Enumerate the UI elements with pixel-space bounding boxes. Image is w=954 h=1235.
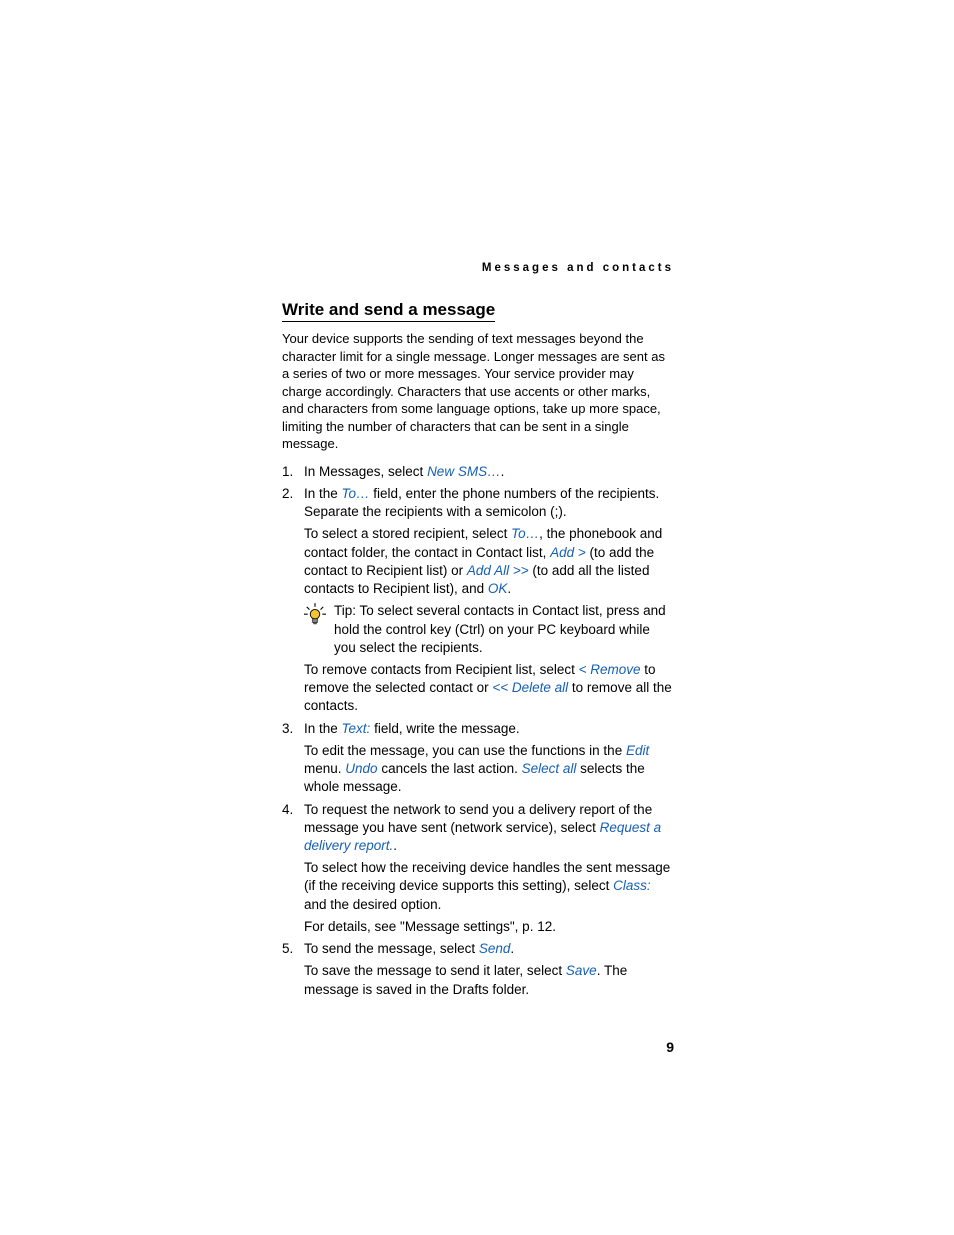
undo-link[interactable]: Undo xyxy=(345,761,377,776)
tip-row: Tip: To select several contacts in Conta… xyxy=(304,602,674,657)
running-header: Messages and contacts xyxy=(282,262,674,274)
select-all-link[interactable]: Select all xyxy=(522,761,577,776)
to-link[interactable]: To… xyxy=(342,486,370,501)
section-title: Write and send a message xyxy=(282,300,495,322)
step4-p1: To request the network to send you a del… xyxy=(304,801,674,856)
text-field-link[interactable]: Text: xyxy=(342,721,371,736)
to-link-2[interactable]: To… xyxy=(511,526,539,541)
step2-p1: In the To… field, enter the phone number… xyxy=(304,485,674,521)
new-sms-link[interactable]: New SMS… xyxy=(427,464,501,479)
step5-p2: To save the message to send it later, se… xyxy=(304,962,674,998)
lightbulb-icon xyxy=(304,603,326,629)
send-link[interactable]: Send xyxy=(479,941,511,956)
step-1: In Messages, select New SMS…. xyxy=(282,463,674,481)
remove-link[interactable]: < Remove xyxy=(579,662,641,677)
step4-p2: To select how the receiving device handl… xyxy=(304,859,674,914)
class-link[interactable]: Class: xyxy=(613,878,651,893)
delete-all-link[interactable]: << Delete all xyxy=(492,680,568,695)
steps-list: In Messages, select New SMS…. In the To…… xyxy=(282,463,674,999)
edit-menu-link[interactable]: Edit xyxy=(626,743,649,758)
save-link[interactable]: Save xyxy=(566,963,597,978)
add-all-link[interactable]: Add All >> xyxy=(467,563,529,578)
tip-text: Tip: To select several contacts in Conta… xyxy=(334,602,674,657)
step2-p2: To select a stored recipient, select To…… xyxy=(304,525,674,598)
step1-text-post: . xyxy=(501,464,505,479)
step-4: To request the network to send you a del… xyxy=(282,801,674,937)
step4-p3: For details, see "Message settings", p. … xyxy=(304,918,674,936)
step-3: In the Text: field, write the message. T… xyxy=(282,720,674,797)
ok-link[interactable]: OK xyxy=(488,581,508,596)
step3-p2: To edit the message, you can use the fun… xyxy=(304,742,674,797)
page: Messages and contacts Write and send a m… xyxy=(0,0,954,1235)
step3-p1: In the Text: field, write the message. xyxy=(304,720,674,738)
step5-p1: To send the message, select Send. xyxy=(304,940,674,958)
step2-p3: To remove contacts from Recipient list, … xyxy=(304,661,674,716)
intro-paragraph: Your device supports the sending of text… xyxy=(282,330,674,453)
add-link[interactable]: Add > xyxy=(550,545,586,560)
page-number: 9 xyxy=(666,1039,674,1055)
step1-text-pre: In Messages, select xyxy=(304,464,427,479)
step-5: To send the message, select Send. To sav… xyxy=(282,940,674,999)
step-2: In the To… field, enter the phone number… xyxy=(282,485,674,716)
